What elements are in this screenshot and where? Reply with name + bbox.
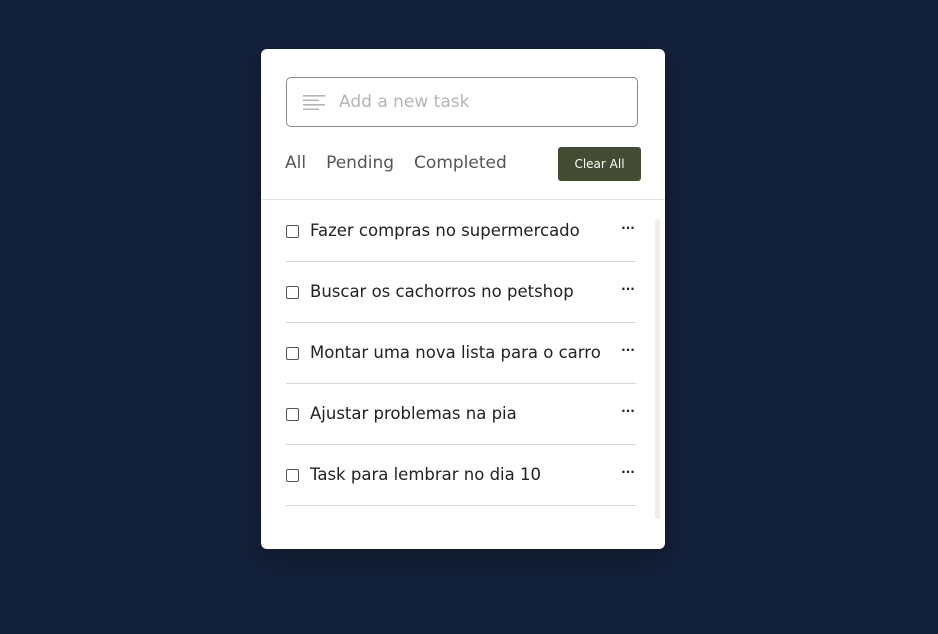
more-horizontal-icon[interactable]: ··· <box>620 344 636 360</box>
add-task-input[interactable] <box>339 92 619 112</box>
task-item: Buscar os cachorros no petshop ··· <box>286 262 636 323</box>
divider <box>261 199 665 200</box>
filter-completed[interactable]: Completed <box>414 151 507 175</box>
task-label: Task para lembrar no dia 10 <box>310 465 541 484</box>
todo-card: All Pending Completed Clear All Fazer co… <box>261 49 665 549</box>
task-label: Fazer compras no supermercado <box>310 221 580 240</box>
task-checkbox[interactable] <box>286 286 299 299</box>
task-checkbox[interactable] <box>286 408 299 421</box>
task-item: Montar uma nova lista para o carro ··· <box>286 323 636 384</box>
task-checkbox[interactable] <box>286 469 299 482</box>
more-horizontal-icon[interactable]: ··· <box>620 405 636 421</box>
task-label: Buscar os cachorros no petshop <box>310 282 574 301</box>
clear-all-button[interactable]: Clear All <box>558 147 641 181</box>
more-horizontal-icon[interactable]: ··· <box>620 466 636 482</box>
filter-tabs: All Pending Completed <box>285 151 507 175</box>
task-item: Task para lembrar no dia 10 ··· <box>286 445 636 506</box>
filter-all[interactable]: All <box>285 151 306 175</box>
task-checkbox[interactable] <box>286 347 299 360</box>
text-lines-icon <box>303 94 325 110</box>
task-input-wrapper[interactable] <box>286 77 638 127</box>
filter-pending[interactable]: Pending <box>326 151 394 175</box>
task-item: Fazer compras no supermercado ··· <box>286 201 636 262</box>
task-list: Fazer compras no supermercado ··· Buscar… <box>286 201 636 506</box>
more-horizontal-icon[interactable]: ··· <box>620 283 636 299</box>
task-checkbox[interactable] <box>286 225 299 238</box>
more-horizontal-icon[interactable]: ··· <box>620 222 636 238</box>
task-label: Montar uma nova lista para o carro <box>310 343 601 362</box>
controls-bar: All Pending Completed Clear All <box>285 147 641 181</box>
task-item: Ajustar problemas na pia ··· <box>286 384 636 445</box>
task-list-scrollbar[interactable] <box>655 219 660 519</box>
task-label: Ajustar problemas na pia <box>310 404 517 423</box>
